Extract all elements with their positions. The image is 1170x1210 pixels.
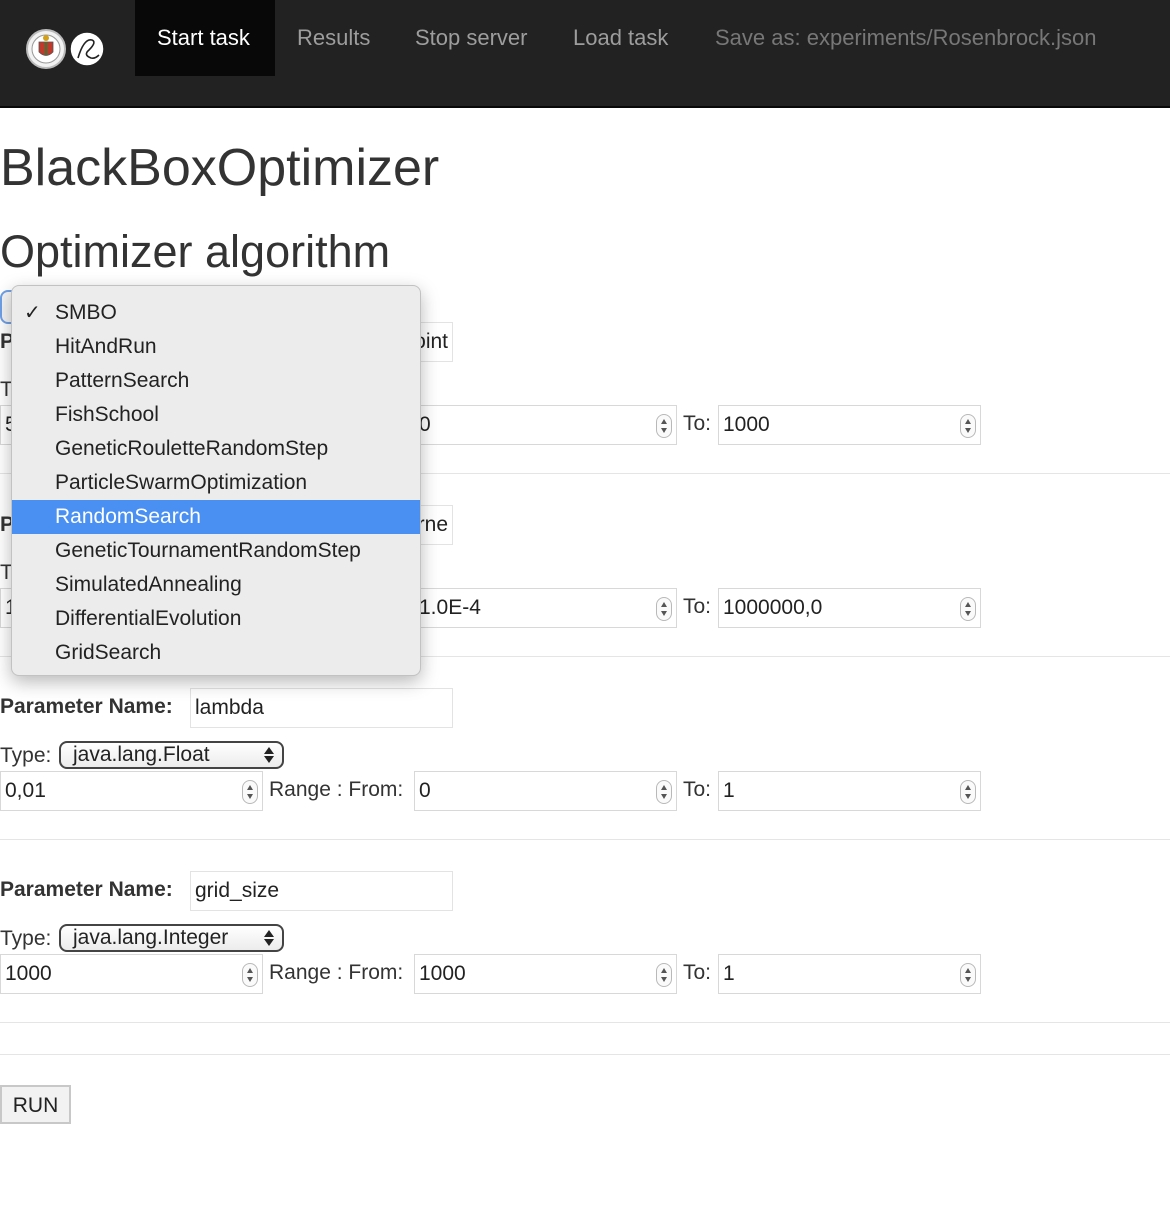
param-4-range-from-input[interactable]: 1000 xyxy=(414,954,677,994)
dropdown-option-patternsearch[interactable]: PatternSearch xyxy=(12,364,420,398)
param-3-name-input[interactable]: lambda xyxy=(190,688,453,728)
param-4-type-select[interactable]: java.lang.Integer xyxy=(59,924,284,952)
param-1-range-from-input[interactable]: 0 xyxy=(414,405,677,445)
save-as-label: Save as: experiments/Rosenbrock.json xyxy=(715,25,1097,50)
param-1-to-input[interactable]: 1000 xyxy=(718,405,981,445)
dropdown-option-particleswarm[interactable]: ParticleSwarmOptimization xyxy=(12,466,420,500)
param-4-range-from-label: Range : From: xyxy=(269,961,404,984)
nav-stop-server[interactable]: Stop server xyxy=(393,0,550,76)
param-4-to-input[interactable]: 1 xyxy=(718,954,981,994)
param-4-type-label: Type: xyxy=(0,927,52,950)
algorithm-dropdown-menu: ✓ SMBO HitAndRun PatternSearch FishSchool… xyxy=(11,285,421,676)
param-3-type-select[interactable]: java.lang.Float xyxy=(59,741,284,769)
top-navbar: Start task Results Stop server Load task… xyxy=(0,0,1170,108)
checkmark-icon: ✓ xyxy=(24,302,41,324)
param-4-value-input[interactable]: 1000 xyxy=(0,954,263,994)
dropdown-option-genetictournament[interactable]: GeneticTournamentRandomStep xyxy=(12,534,420,568)
dropdown-option-gridsearch[interactable]: GridSearch xyxy=(12,636,420,670)
param-3-to-label: To: xyxy=(683,778,712,801)
stepper-icon[interactable] xyxy=(960,414,976,438)
param-3-type-label: Type: xyxy=(0,744,52,767)
param-3-value-input[interactable]: 0,01 xyxy=(0,771,263,811)
param-2-range-from-input[interactable]: 1.0E-4 xyxy=(414,588,677,628)
dropdown-option-geneticroulette[interactable]: GeneticRouletteRandomStep xyxy=(12,432,420,466)
stepper-icon[interactable] xyxy=(656,597,672,621)
dropdown-option-fishschool[interactable]: FishSchool xyxy=(12,398,420,432)
stepper-icon[interactable] xyxy=(242,963,258,987)
divider xyxy=(0,1022,1170,1023)
param-1-to-label: To: xyxy=(683,412,712,435)
stepper-icon[interactable] xyxy=(656,414,672,438)
dropdown-option-randomsearch[interactable]: RandomSearch xyxy=(12,500,420,534)
param-3-to-input[interactable]: 1 xyxy=(718,771,981,811)
stepper-icon[interactable] xyxy=(960,780,976,804)
param-3-range-from-label: Range : From: xyxy=(269,778,404,801)
divider xyxy=(0,839,1170,840)
nav-start-task[interactable]: Start task xyxy=(135,0,275,76)
param-2-to-label: To: xyxy=(683,595,712,618)
select-arrows-icon xyxy=(264,929,274,947)
dropdown-option-simulatedannealing[interactable]: SimulatedAnnealing xyxy=(12,568,420,602)
param-3-name-label: Parameter Name: xyxy=(0,695,173,718)
stepper-icon[interactable] xyxy=(960,597,976,621)
stepper-icon[interactable] xyxy=(656,780,672,804)
stepper-icon[interactable] xyxy=(242,780,258,804)
param-3-range-from-input[interactable]: 0 xyxy=(414,771,677,811)
dropdown-option-differentialevolution[interactable]: DifferentialEvolution xyxy=(12,602,420,636)
param-4-to-label: To: xyxy=(683,961,712,984)
stepper-icon[interactable] xyxy=(656,963,672,987)
select-arrows-icon xyxy=(264,746,274,764)
nav-load-task[interactable]: Load task xyxy=(551,0,690,76)
param-4-name-input[interactable]: grid_size xyxy=(190,871,453,911)
university-seal-icon xyxy=(26,29,105,69)
stepper-icon[interactable] xyxy=(960,963,976,987)
page-title: BlackBoxOptimizer xyxy=(0,139,440,197)
run-button[interactable]: RUN xyxy=(0,1085,71,1124)
divider xyxy=(0,1054,1170,1055)
logo xyxy=(26,26,108,72)
nav-results[interactable]: Results xyxy=(275,0,392,76)
dropdown-option-smbo[interactable]: ✓ SMBO xyxy=(12,296,420,330)
section-title: Optimizer algorithm xyxy=(0,226,391,277)
dropdown-option-hitandrun[interactable]: HitAndRun xyxy=(12,330,420,364)
param-4-name-label: Parameter Name: xyxy=(0,878,173,901)
param-2-to-input[interactable]: 1000000,0 xyxy=(718,588,981,628)
